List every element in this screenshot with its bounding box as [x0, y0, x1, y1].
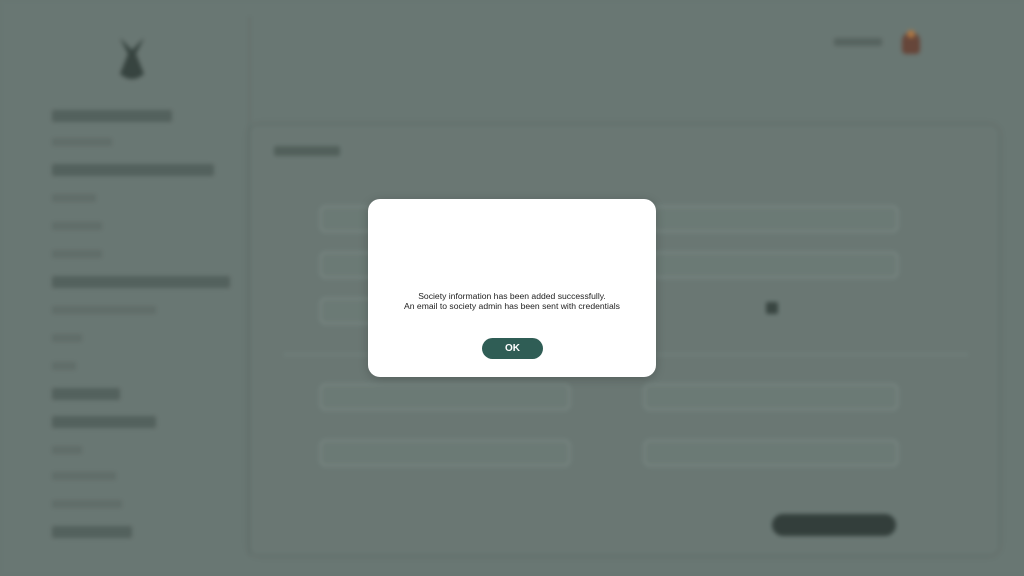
success-message: Society information has been added succe… — [418, 291, 606, 301]
ok-button[interactable]: OK — [482, 338, 543, 359]
email-sent-message: An email to society admin has been sent … — [404, 301, 620, 311]
success-dialog: Society information has been added succe… — [368, 199, 656, 377]
